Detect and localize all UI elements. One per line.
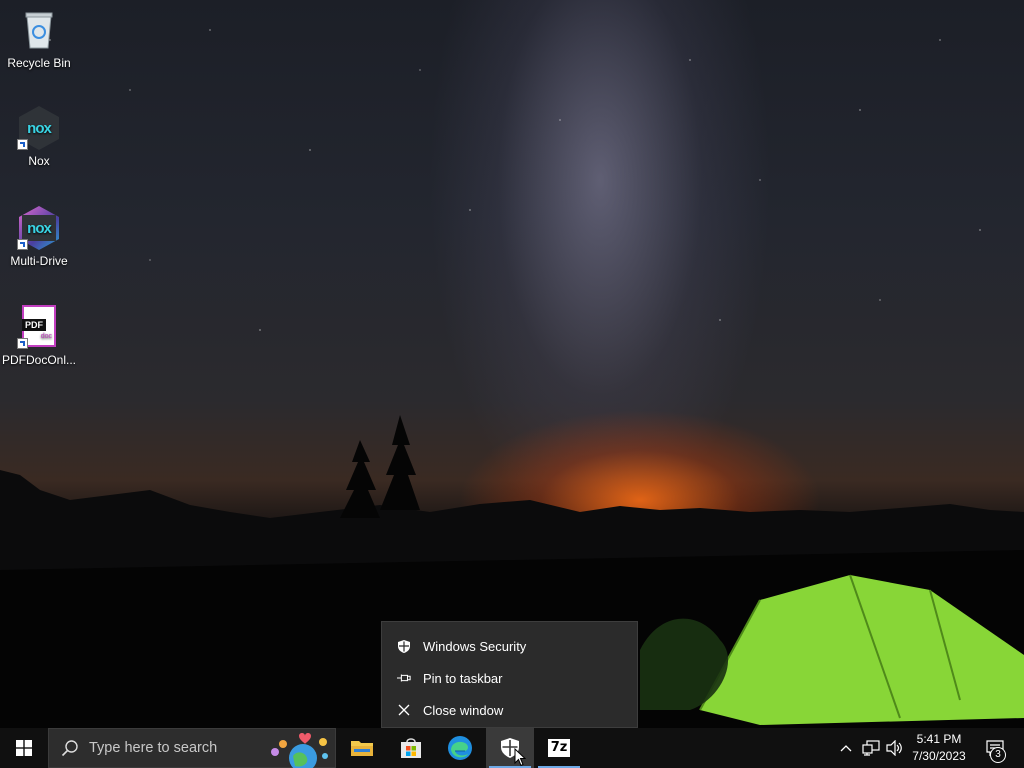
desktop-icon-pdfdoconline[interactable]: PDF doc PDFDocOnl... xyxy=(0,305,78,367)
taskbar-app-edge[interactable] xyxy=(436,728,484,768)
7zip-icon: 7z xyxy=(548,739,570,757)
shield-icon xyxy=(397,639,411,653)
shortcut-arrow-icon xyxy=(17,239,28,250)
chevron-up-icon xyxy=(840,745,852,752)
show-hidden-icons-button[interactable] xyxy=(836,728,856,768)
start-button[interactable] xyxy=(0,728,48,768)
clock-time: 5:41 PM xyxy=(916,732,962,746)
desktop-icon-multi-drive[interactable]: nox Multi-Drive xyxy=(0,206,78,268)
pin-icon xyxy=(397,671,411,685)
taskbar-app-7zip[interactable]: 7z xyxy=(535,728,583,768)
network-status-button[interactable] xyxy=(860,728,882,768)
desktop-icon-label: Nox xyxy=(28,154,50,168)
shortcut-arrow-icon xyxy=(17,139,28,150)
taskbar-jump-list-menu: Windows Security Pin to taskbar Close wi… xyxy=(381,621,638,728)
desktop-icon-nox[interactable]: nox Nox xyxy=(0,106,78,168)
multi-drive-app-icon: nox xyxy=(17,206,61,250)
search-placeholder: Type here to search xyxy=(89,740,218,756)
menu-item-pin-to-taskbar[interactable]: Pin to taskbar xyxy=(382,662,637,694)
speaker-volume-icon xyxy=(886,740,902,756)
mouse-cursor-icon xyxy=(514,748,526,767)
desktop-icon-label: PDFDocOnl... xyxy=(1,353,76,367)
notification-count-badge: 3 xyxy=(990,747,1006,763)
taskbar-app-windows-security[interactable] xyxy=(486,728,534,768)
menu-item-windows-security[interactable]: Windows Security xyxy=(382,630,637,662)
taskbar-app-file-explorer[interactable] xyxy=(338,728,386,768)
pdf-document-icon: PDF doc xyxy=(17,305,61,349)
folder-icon xyxy=(351,741,373,756)
taskbar-app-microsoft-store[interactable] xyxy=(387,728,435,768)
volume-button[interactable] xyxy=(884,728,906,768)
close-icon xyxy=(397,703,411,717)
taskbar-search-box[interactable]: Type here to search xyxy=(48,728,336,768)
store-bag-icon xyxy=(401,738,421,758)
network-wired-icon xyxy=(862,740,880,756)
taskbar-clock[interactable]: 5:41 PM 7/30/2023 xyxy=(904,728,974,768)
edge-browser-icon xyxy=(448,736,472,760)
windows-logo-icon xyxy=(16,740,32,756)
recycle-bin-icon xyxy=(17,8,61,52)
taskbar: Type here to search 7z 5:41 PM 7/30/2023… xyxy=(0,728,1024,768)
menu-item-label: Windows Security xyxy=(423,638,527,654)
desktop-icon-label: Multi-Drive xyxy=(10,254,68,268)
clock-date: 7/30/2023 xyxy=(912,749,966,763)
action-center-button[interactable]: 3 xyxy=(978,728,1012,768)
shortcut-arrow-icon xyxy=(17,338,28,349)
nox-app-icon: nox xyxy=(17,106,61,150)
menu-item-close-window[interactable]: Close window xyxy=(382,694,637,726)
search-icon xyxy=(61,740,78,757)
menu-item-label: Pin to taskbar xyxy=(423,670,503,686)
desktop-background: Recycle Bin nox Nox nox Multi-Drive PDF … xyxy=(0,0,1024,728)
desktop-icon-recycle-bin[interactable]: Recycle Bin xyxy=(0,8,78,70)
desktop-icon-label: Recycle Bin xyxy=(7,56,71,70)
search-highlight-globe-icon xyxy=(271,733,328,768)
menu-item-label: Close window xyxy=(423,702,504,718)
